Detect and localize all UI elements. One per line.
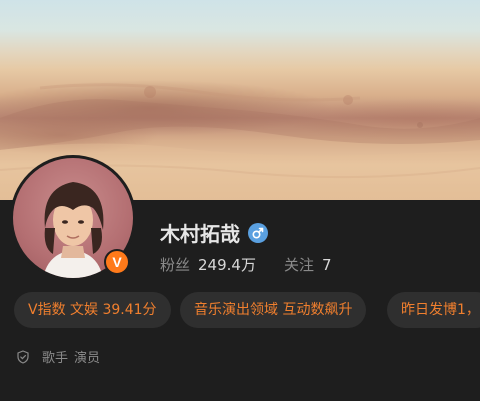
name-row: 木村拓哉	[160, 218, 268, 247]
tag-actor: 演员	[74, 351, 101, 366]
chip-posts-yesterday[interactable]: 昨日发博1，	[387, 292, 480, 328]
followers-label: 粉丝	[160, 256, 191, 274]
profession-tags: 歌手 演员	[16, 347, 106, 366]
following-count: 7	[321, 256, 332, 274]
following-stat[interactable]: 关注 7	[284, 254, 332, 275]
user-name: 木村拓哉	[160, 222, 240, 246]
shield-icon	[17, 349, 29, 364]
chip-interaction-surge[interactable]: 音乐演出领域 互动数飙升	[180, 292, 367, 328]
following-label: 关注	[283, 256, 314, 274]
tag-singer: 歌手	[42, 351, 69, 366]
followers-stat[interactable]: 粉丝 249.4万	[160, 254, 256, 275]
followers-count: 249.4万	[198, 256, 256, 274]
highlight-chips: V指数 文娱 39.41分 音乐演出领域 互动数飙升 昨日发博1，	[14, 292, 480, 328]
stats-row: 粉丝 249.4万 关注 7	[160, 254, 332, 275]
verified-badge-icon: V	[104, 249, 130, 275]
male-gender-icon	[248, 222, 268, 243]
chip-v-index[interactable]: V指数 文娱 39.41分	[14, 292, 171, 328]
